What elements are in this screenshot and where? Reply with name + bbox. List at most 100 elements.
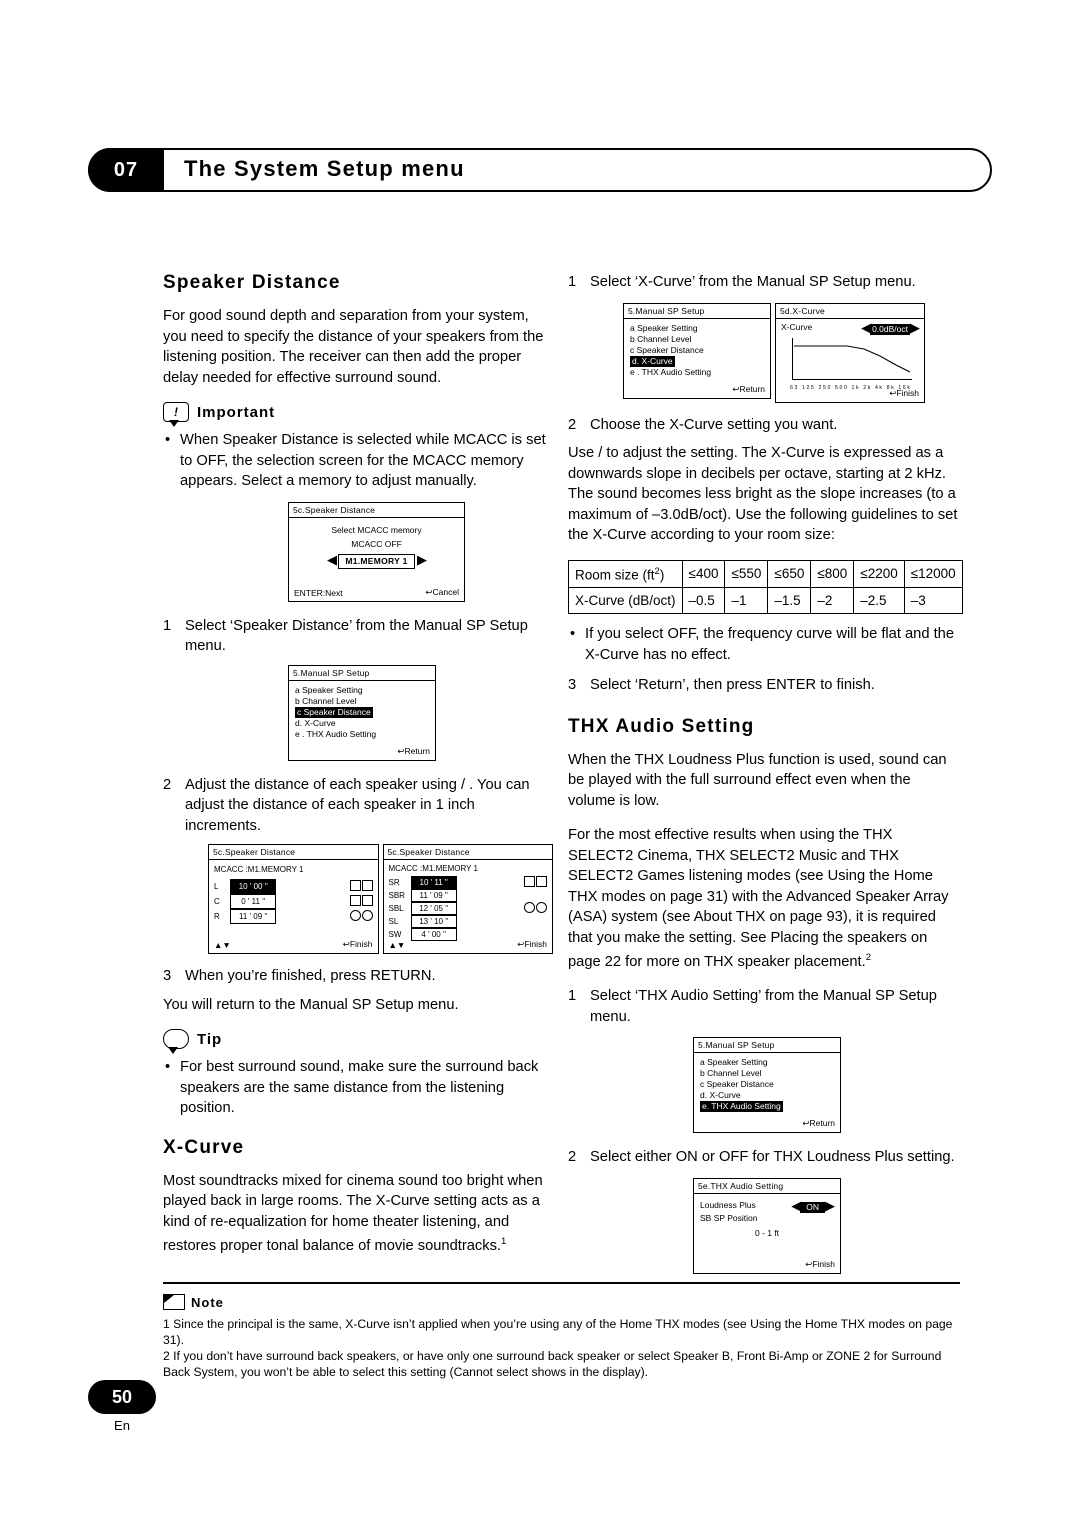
osd-finish: ↩Finish <box>342 939 373 949</box>
osd-title: 5e.THX Audio Setting <box>694 1179 840 1194</box>
osd-title: 5.Manual SP Setup <box>694 1038 840 1054</box>
osd-item-e: e . THX Audio Setting <box>630 366 712 377</box>
step-text: When you’re finished, press RETURN. <box>185 968 436 984</box>
osd-dist-value-sbl: 12 ' 05 '' <box>410 902 457 915</box>
osd-cancel: ↩Cancel <box>425 586 459 597</box>
page-language: En <box>114 1418 130 1433</box>
osd-dist-row: L 10 ' 00 '' <box>214 879 373 894</box>
left-arrow-icon: ◀ <box>861 319 871 335</box>
step-text: Select ‘Return’, then press ENTER to fin… <box>590 677 875 693</box>
step-number: 2 <box>568 416 577 433</box>
osd-item-d: d. X-Curve <box>700 1090 741 1101</box>
x-curve-plot <box>792 337 912 380</box>
osd-updown-icon: ▲▼ <box>388 940 406 950</box>
important-label: Important <box>197 403 276 421</box>
cell-size-2: ≤650 <box>767 559 812 588</box>
x-curve-line <box>794 344 911 372</box>
osd-sb-sp-position-label: SB SP Position <box>700 1212 758 1223</box>
osd-mcacc-memory-label: MCACC :M1.MEMORY 1 <box>214 865 304 874</box>
osd-title: 5.Manual SP Setup <box>624 304 770 319</box>
speaker-distance-intro: For good sound depth and separation from… <box>163 308 544 386</box>
osd-dist-row: SR 10 ' 11 '' <box>389 876 547 889</box>
osd-updown-icon: ▲▼ <box>214 940 231 950</box>
osd-enter-next: ENTER:Next <box>294 587 343 598</box>
step-text: Choose the X-Curve setting you want. <box>590 416 838 433</box>
osd-thx-audio-setting: 5e.THX Audio Setting Loudness Plus ◀ ON ▶ … <box>693 1177 841 1274</box>
osd-item-a: a Speaker Setting <box>630 322 698 333</box>
cell-size-5: ≤12000 <box>903 559 963 588</box>
step-number: 3 <box>568 677 577 693</box>
step-number: 1 <box>568 988 577 1005</box>
osd-return: ↩Return <box>802 1118 835 1129</box>
footnote-rule <box>163 1282 960 1284</box>
osd-item-d: d. X-Curve <box>295 717 336 728</box>
page-header: 07 The System Setup menu <box>88 148 992 194</box>
step-thx-1: 1 Select ‘THX Audio Setting’ from the Ma… <box>568 986 958 1027</box>
note-label: Note <box>191 1294 224 1310</box>
osd-finish: ↩Finish <box>517 939 547 949</box>
right-button-icon <box>361 910 373 922</box>
left-button-icon <box>349 910 361 922</box>
step-text: Adjust the distance of each speaker usin… <box>185 776 530 834</box>
osd-line-mcacc-off: MCACC OFF <box>351 538 402 549</box>
tip-list: For best surround sound, make sure the s… <box>163 1057 553 1119</box>
osd-dist-row: SBR 11 ' 09 '' <box>389 889 548 902</box>
osd-loudness-value: ON <box>800 1201 825 1213</box>
table-header-x-curve: X-Curve (dB/oct) <box>568 587 683 614</box>
osd-x-curve: 5d.X-Curve X-Curve ◀ 0.0dB/oct ▶ 63 125 25… <box>775 302 925 403</box>
osd-title: 5c.Speaker Distance <box>209 845 378 860</box>
osd-line-select-memory: Select MCACC memory <box>331 524 422 535</box>
right-button-icon <box>536 902 547 914</box>
tip-label: Tip <box>197 1030 223 1048</box>
osd-x-curve-value: 0.0dB/oct <box>870 323 910 335</box>
important-bullet: When Speaker Distance is selected while … <box>163 430 553 492</box>
osd-x-curve-label: X-Curve <box>781 321 813 332</box>
x-curve-step2-body: Use / to adjust the setting. The X-Curve… <box>568 445 958 543</box>
table-row-room-size: Room size (ft2) ≤400 ≤550 ≤650 ≤800 ≤220… <box>568 559 963 588</box>
osd-mcacc-memory: 5c.Speaker Distance Select MCACC memory … <box>288 501 465 602</box>
step-xc-2: 2 Choose the X-Curve setting you want. <box>568 415 958 436</box>
chapter-number: 07 <box>88 148 164 192</box>
left-arrow-icon: ◀ <box>326 551 337 567</box>
tip-callout: Tip <box>163 1029 553 1054</box>
step-sd-3: 3 When you’re finished, press RETURN. <box>163 966 553 987</box>
thx-paragraph-2: For the most effective results when usin… <box>568 827 949 970</box>
osd-item-b: b Channel Level <box>700 1068 762 1079</box>
note-heading: Note <box>163 1294 960 1310</box>
thx-paragraph-1: When the THX Loudness Plus function is u… <box>568 751 947 809</box>
osd-title: 5.Manual SP Setup <box>289 666 435 681</box>
osd-item-c: c Speaker Distance <box>700 1079 774 1090</box>
step-text: Select ‘X-Curve’ from the Manual SP Setu… <box>590 274 916 290</box>
cell-value-5: –3 <box>903 587 963 614</box>
down-button-icon <box>361 895 373 907</box>
step-text: Select either ON or OFF for THX Loudness… <box>590 1149 955 1166</box>
cell-value-3: –2 <box>810 587 855 614</box>
osd-dist-row: SBL 12 ' 05 '' <box>389 902 547 915</box>
osd-dist-value-sbr: 11 ' 09 '' <box>410 889 457 902</box>
footnote-marker-2: 2 <box>865 952 872 963</box>
cell-size-1: ≤550 <box>724 559 769 588</box>
right-arrow-icon: ▶ <box>825 1197 835 1213</box>
footnote-2: 2 If you don’t have surround back speake… <box>163 1349 942 1379</box>
footnote-marker-1: 1 <box>501 1236 507 1247</box>
osd-item-a: a Speaker Setting <box>295 684 363 695</box>
x-curve-body: Most soundtracks mixed for cinema sound … <box>163 1172 543 1254</box>
cell-size-0: ≤400 <box>681 559 726 588</box>
heading-speaker-distance: Speaker Distance <box>163 272 341 293</box>
note-icon <box>163 1294 185 1310</box>
osd-item-c: c Speaker Distance <box>630 344 704 355</box>
osd-manual-sp-setup-3: 5.Manual SP Setup a Speaker Setting b Ch… <box>693 1037 841 1134</box>
step-sd-2: 2 Adjust the distance of each speaker us… <box>163 775 553 837</box>
step-text: Select ‘Speaker Distance’ from the Manua… <box>185 617 528 655</box>
osd-title: 5d.X-Curve <box>776 304 924 319</box>
osd-sb-sp-position-value: 0 - 1 ft <box>754 1227 780 1238</box>
table-row-x-curve: X-Curve (dB/oct) –0.5 –1 –1.5 –2 –2.5 –3 <box>568 587 963 614</box>
osd-item-b: b Channel Level <box>630 333 692 344</box>
step-thx-2: 2 Select either ON or OFF for THX Loudne… <box>568 1147 958 1168</box>
heading-thx-audio-setting: THX Audio Setting <box>568 715 755 737</box>
important-list: When Speaker Distance is selected while … <box>163 430 553 492</box>
osd-finish: ↩Finish <box>805 1258 835 1269</box>
step-number: 2 <box>163 776 172 793</box>
up-button-icon <box>349 880 361 892</box>
down-button-icon <box>361 880 373 892</box>
